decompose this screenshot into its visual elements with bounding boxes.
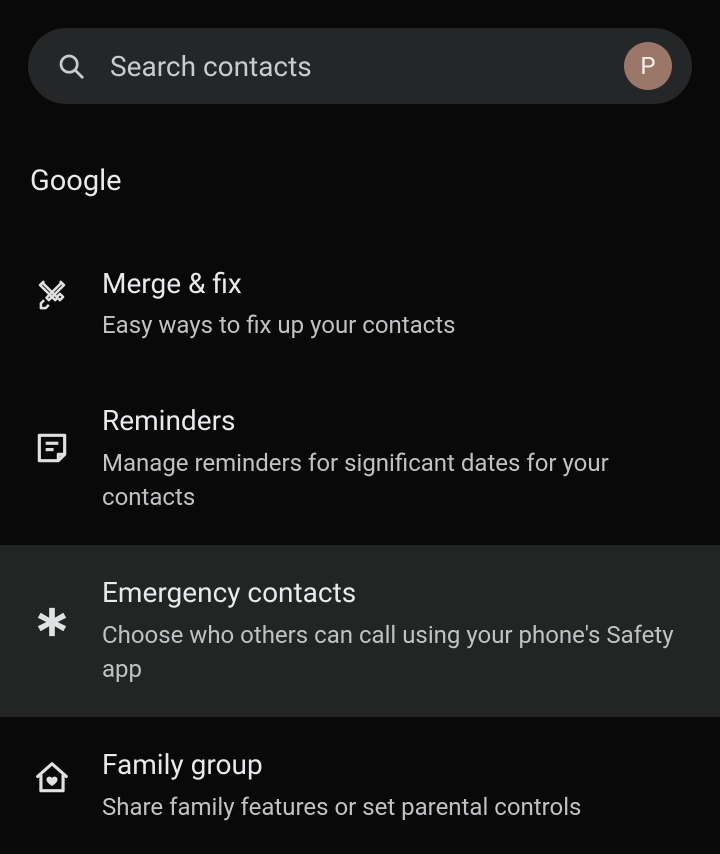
asterisk-icon xyxy=(30,605,74,639)
item-text: Merge & fix Easy ways to fix up your con… xyxy=(102,266,690,343)
search-bar[interactable]: Search contacts P xyxy=(28,28,692,104)
item-subtitle: Choose who others can call using your ph… xyxy=(102,618,690,688)
item-subtitle: Manage reminders for significant dates f… xyxy=(102,446,690,516)
home-heart-icon xyxy=(30,759,74,797)
item-title: Emergency contacts xyxy=(102,575,690,611)
list-item-emergency-contacts[interactable]: Emergency contacts Choose who others can… xyxy=(0,545,720,717)
note-icon xyxy=(30,429,74,467)
list-item-family-group[interactable]: Family group Share family features or se… xyxy=(0,717,720,854)
section-header: Google xyxy=(0,104,720,198)
item-title: Merge & fix xyxy=(102,266,690,302)
avatar[interactable]: P xyxy=(624,42,672,90)
search-icon xyxy=(54,49,88,83)
item-title: Family group xyxy=(102,747,690,783)
item-text: Family group Share family features or se… xyxy=(102,747,690,824)
settings-list: Merge & fix Easy ways to fix up your con… xyxy=(0,236,720,854)
item-text: Reminders Manage reminders for significa… xyxy=(102,403,690,515)
item-subtitle: Share family features or set parental co… xyxy=(102,790,690,825)
item-text: Emergency contacts Choose who others can… xyxy=(102,575,690,687)
item-title: Reminders xyxy=(102,403,690,439)
avatar-initial: P xyxy=(640,52,655,80)
tools-icon xyxy=(30,278,74,316)
list-item-merge-fix[interactable]: Merge & fix Easy ways to fix up your con… xyxy=(0,236,720,373)
list-item-reminders[interactable]: Reminders Manage reminders for significa… xyxy=(0,373,720,545)
search-input-placeholder: Search contacts xyxy=(110,50,624,83)
item-subtitle: Easy ways to fix up your contacts xyxy=(102,308,690,343)
